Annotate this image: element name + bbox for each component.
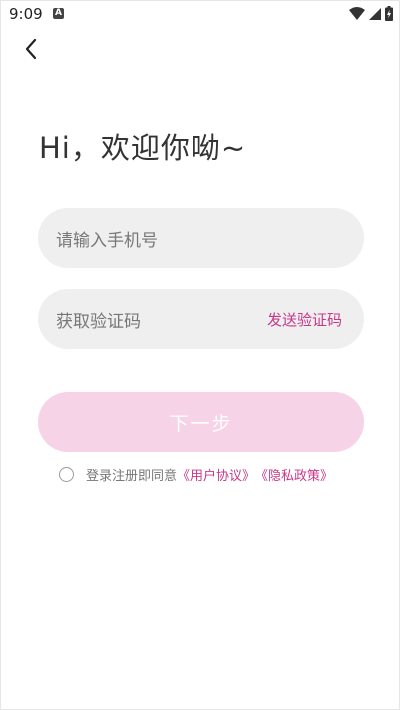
- code-input[interactable]: 获取验证码 发送验证码: [38, 289, 364, 349]
- agreement-prefix: 登录注册即同意: [86, 469, 178, 484]
- send-code-button[interactable]: 发送验证码: [267, 309, 342, 330]
- user-agreement-link[interactable]: 《用户协议》: [177, 465, 255, 484]
- code-placeholder: 获取验证码: [56, 311, 141, 332]
- wifi-icon: [349, 6, 365, 20]
- status-bar: 9:09 A: [1, 1, 400, 29]
- page-title: Hi，欢迎你呦~: [39, 131, 247, 165]
- signal-icon: [369, 7, 381, 20]
- agreement-row: 登录注册即同意 《用户协议》 《隐私政策》: [59, 465, 333, 484]
- a-icon: A: [53, 8, 64, 19]
- battery-charging-icon: [385, 6, 393, 21]
- back-button[interactable]: [17, 35, 45, 63]
- chevron-left-icon: [25, 38, 37, 60]
- status-time: 9:09: [9, 5, 43, 23]
- agree-checkbox[interactable]: [59, 467, 74, 482]
- privacy-policy-link[interactable]: 《隐私政策》: [255, 465, 333, 484]
- next-button[interactable]: 下一步: [38, 392, 364, 452]
- phone-input[interactable]: 请输入手机号: [38, 208, 364, 268]
- phone-placeholder: 请输入手机号: [56, 230, 158, 251]
- app-screen: 9:09 A Hi，欢迎你呦~ 请输入手机号 获取验证码 发送验证码 下一步 登…: [0, 0, 400, 710]
